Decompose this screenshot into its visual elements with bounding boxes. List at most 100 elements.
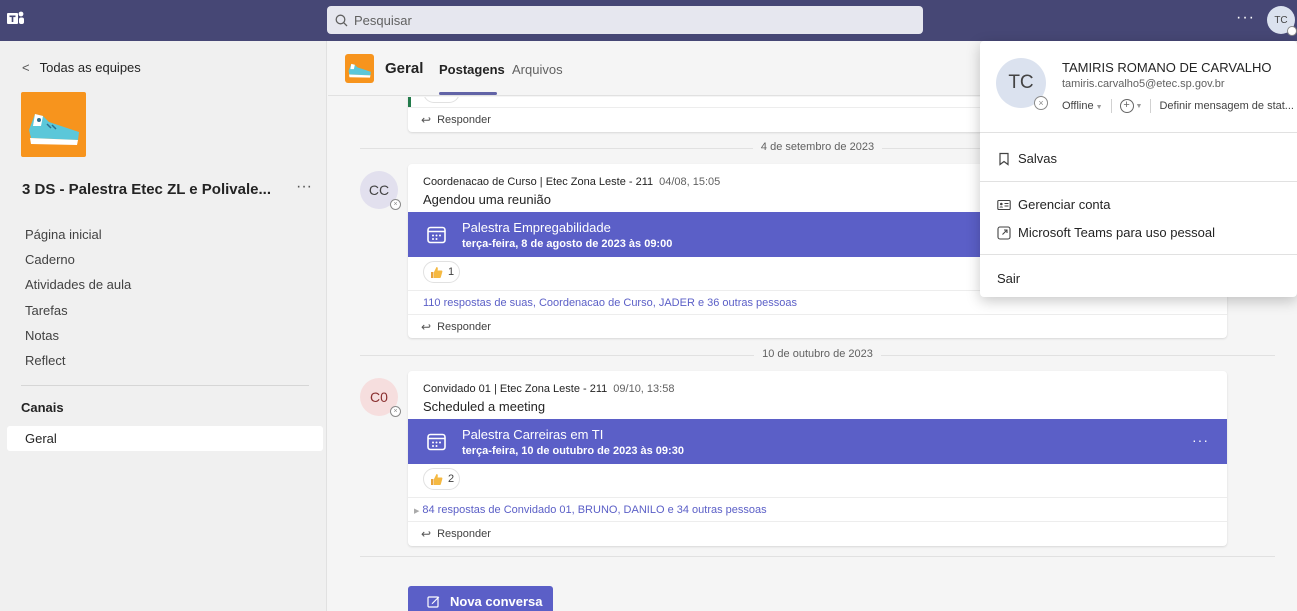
search-input[interactable]: Pesquisar: [327, 6, 923, 34]
meeting-more-options-icon[interactable]: ···: [1192, 432, 1209, 448]
availability-status-dropdown[interactable]: Offline ▼: [1062, 100, 1103, 112]
post-time: 09/10, 13:58: [613, 383, 675, 395]
post-time: 04/08, 15:05: [659, 176, 721, 188]
reply-label: Responder: [437, 113, 491, 126]
meeting-date: terça-feira, 8 de agosto de 2023 às 09:0…: [462, 238, 673, 250]
meeting-title: Palestra Empregabilidade: [462, 220, 611, 235]
channels-heading: Canais: [21, 400, 64, 415]
avatar[interactable]: CC ×: [360, 171, 401, 210]
reply-arrow-icon: ↩: [421, 526, 432, 541]
channel-team-icon: [345, 54, 374, 83]
date-separator: 10 de outubro de 2023: [360, 348, 1275, 362]
profile-menu-avatar[interactable]: TC ×: [996, 58, 1048, 110]
new-conversation-button[interactable]: Nova conversa: [408, 586, 553, 611]
reply-button[interactable]: ↩ Responder: [408, 521, 1227, 545]
profile-menu: TC × TAMIRIS ROMANO DE CARVALHO tamiris.…: [980, 41, 1297, 297]
channel-title: Geral: [385, 60, 424, 77]
thumbs-up-icon: [431, 266, 443, 278]
post-author: Coordenacao de Curso | Etec Zona Leste -…: [423, 176, 654, 188]
reply-label: Responder: [437, 320, 491, 333]
active-tab-indicator: [439, 92, 497, 95]
open-external-icon: [997, 225, 1011, 240]
status-offline-icon: ×: [1034, 96, 1048, 110]
channel-item-geral[interactable]: Geral: [7, 426, 323, 451]
menu-item-label: Microsoft Teams para uso pessoal: [1018, 225, 1216, 240]
menu-item-manage-account[interactable]: Gerenciar conta: [997, 197, 1111, 212]
reply-arrow-icon: ↩: [421, 319, 432, 334]
nav-item-reflect[interactable]: Reflect: [25, 353, 131, 378]
reaction-chip-partial[interactable]: [423, 97, 460, 103]
post-accent-bar: [408, 97, 411, 107]
reply-arrow-icon: ↩: [421, 112, 432, 127]
team-nav-list: Página inicial Caderno Atividades de aul…: [25, 227, 131, 378]
status-separator: [1110, 99, 1112, 113]
profile-email: tamiris.carvalho5@etec.sp.gov.br: [1062, 78, 1225, 90]
add-circle-icon: +: [1119, 99, 1134, 113]
post-meta: Coordenacao de Curso | Etec Zona Leste -…: [423, 176, 720, 188]
chevron-left-icon: <: [22, 60, 30, 75]
feed-end-divider: [360, 556, 1275, 557]
set-status-message-link[interactable]: Definir mensagem de stat...: [1159, 100, 1294, 112]
nav-item-atividades-de-aula[interactable]: Atividades de aula: [25, 277, 131, 302]
like-reaction-chip[interactable]: 2: [423, 468, 460, 490]
teams-logo-icon[interactable]: [6, 9, 26, 29]
availability-status: Offline: [1062, 100, 1094, 112]
menu-item-label: Gerenciar conta: [1018, 197, 1111, 212]
menu-divider: [980, 181, 1297, 182]
tab-postagens[interactable]: Postagens: [439, 62, 505, 77]
date-separator-label: 10 de outubro de 2023: [754, 348, 881, 360]
nav-item-notas[interactable]: Notas: [25, 328, 131, 353]
meeting-date: terça-feira, 10 de outubro de 2023 às 09…: [462, 445, 684, 457]
tab-arquivos[interactable]: Arquivos: [512, 62, 563, 77]
app-topbar: Pesquisar ··· TC: [0, 0, 1297, 41]
post-author: Convidado 01 | Etec Zona Leste - 211: [423, 383, 608, 395]
thumbs-up-icon: [431, 473, 443, 485]
team-sneaker-logo: [21, 92, 86, 157]
status-offline-icon: ×: [390, 406, 401, 417]
calendar-icon: [427, 433, 446, 451]
nav-item-pagina-inicial[interactable]: Página inicial: [25, 227, 131, 252]
status-offline-icon: [1287, 26, 1297, 36]
compose-icon: [427, 595, 440, 608]
meeting-banner[interactable]: Palestra Carreiras em TI terça-feira, 10…: [408, 419, 1227, 464]
post-subject: Agendou uma reunião: [423, 192, 551, 207]
avatar-initials: C0: [370, 389, 388, 405]
nav-item-caderno[interactable]: Caderno: [25, 252, 131, 277]
reply-label: Responder: [437, 527, 491, 540]
expand-triangle-icon: ▶: [414, 508, 420, 515]
calendar-icon: [427, 226, 446, 244]
profile-avatar-button[interactable]: TC: [1267, 6, 1297, 36]
bookmark-icon: [999, 152, 1009, 166]
reaction-count: 2: [448, 473, 455, 485]
avatar-initials: CC: [368, 182, 390, 198]
replies-summary-link[interactable]: ▶ 84 respostas de Convidado 01, BRUNO, DA…: [408, 497, 1227, 521]
post-card: Convidado 01 | Etec Zona Leste - 211 09/1…: [408, 371, 1227, 546]
nav-item-tarefas[interactable]: Tarefas: [25, 303, 131, 328]
menu-item-saved[interactable]: Salvas: [997, 151, 1057, 166]
search-placeholder: Pesquisar: [354, 12, 412, 28]
location-dropdown[interactable]: + ▼: [1119, 99, 1143, 113]
date-separator-label: 4 de setembro de 2023: [752, 141, 883, 153]
menu-item-sign-out[interactable]: Sair: [997, 271, 1020, 286]
avatar[interactable]: C0 ×: [360, 378, 401, 417]
sidebar-divider: [21, 385, 309, 386]
avatar-initials: TC: [1274, 14, 1288, 26]
status-separator: [1150, 99, 1152, 113]
team-sidebar: < Todas as equipes 3 DS - Palestra Etec …: [0, 41, 327, 611]
menu-item-teams-personal[interactable]: Microsoft Teams para uso pessoal: [997, 225, 1215, 240]
back-to-all-teams-link[interactable]: < Todas as equipes: [22, 60, 141, 75]
profile-menu-initials: TC: [1008, 72, 1034, 93]
more-options-icon[interactable]: ···: [1236, 9, 1255, 27]
chevron-down-icon: ▼: [1135, 102, 1143, 110]
like-reaction-chip[interactable]: 1: [423, 261, 460, 283]
reply-button[interactable]: ↩ Responder: [408, 314, 1227, 338]
profile-name: TAMIRIS ROMANO DE CARVALHO: [1062, 60, 1272, 75]
back-link-label: Todas as equipes: [39, 60, 141, 75]
chevron-down-icon: ▼: [1095, 104, 1103, 111]
team-more-options-icon[interactable]: ···: [296, 178, 312, 196]
replies-summary-text: 84 respostas de Convidado 01, BRUNO, DAN…: [422, 504, 767, 516]
menu-divider: [980, 132, 1297, 133]
profile-status-row: Offline ▼ + ▼ Definir mensagem de stat...: [1062, 99, 1294, 113]
menu-item-label: Salvas: [1018, 151, 1058, 166]
contact-card-icon: [997, 199, 1011, 210]
